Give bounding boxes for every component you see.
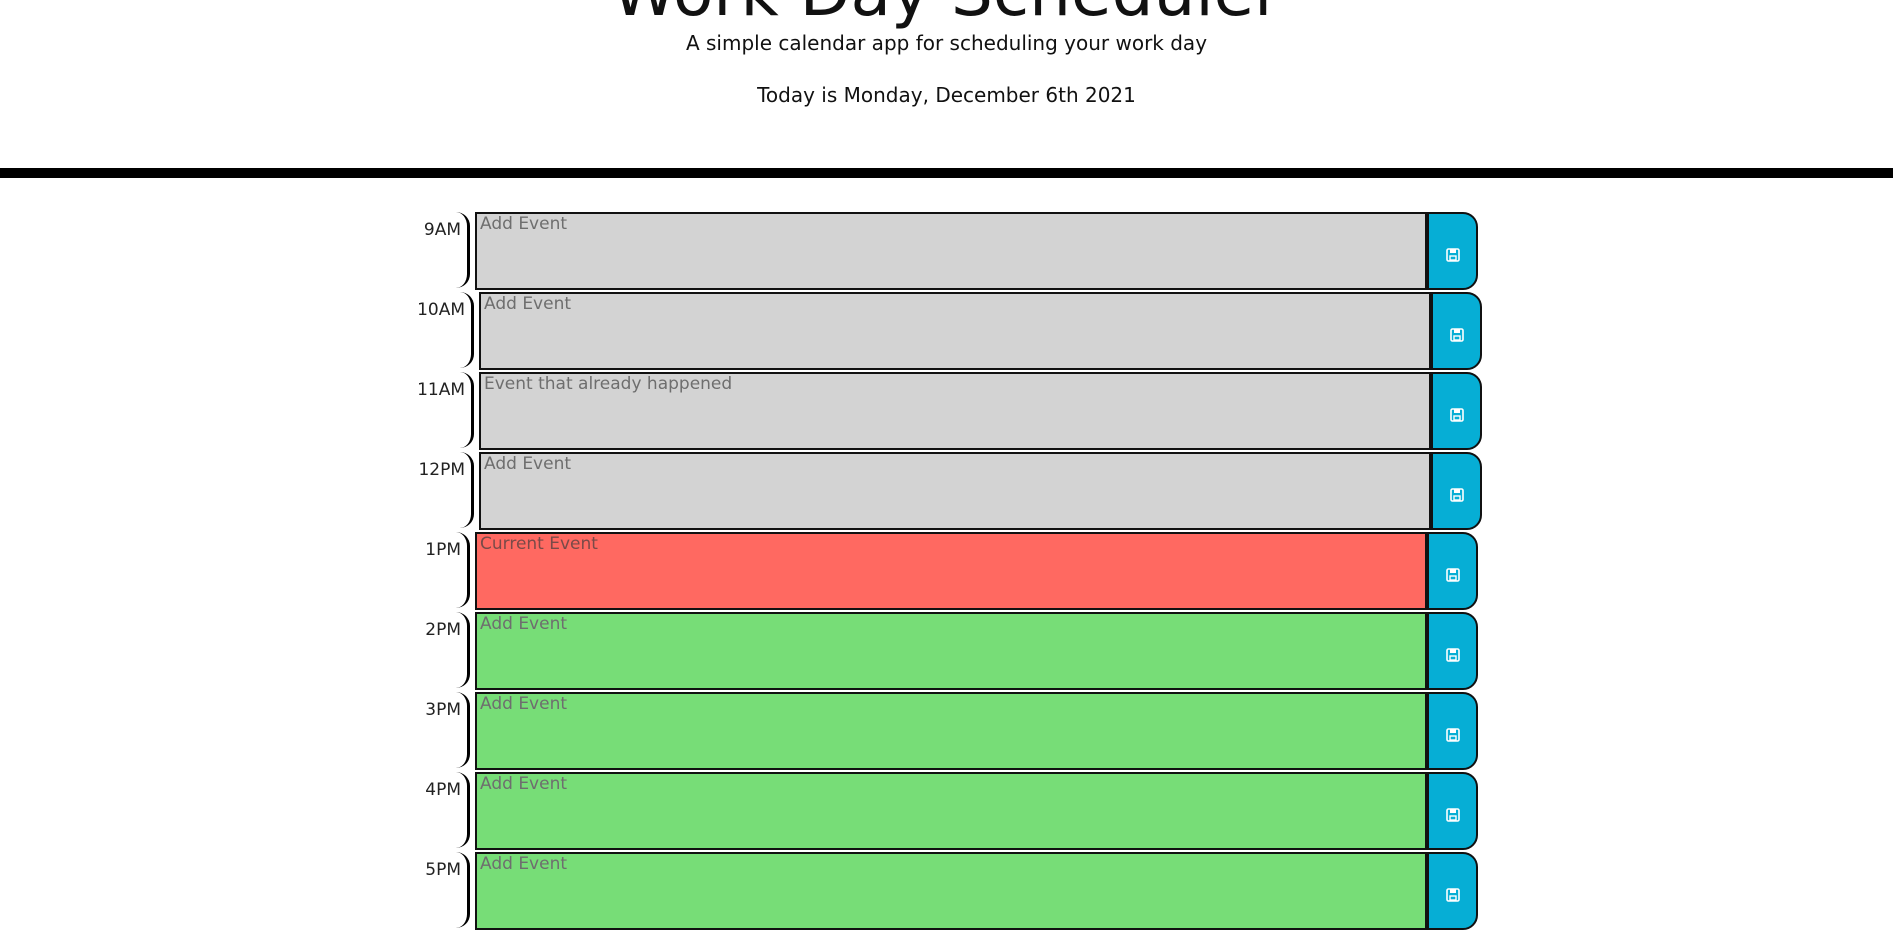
save-icon — [1449, 320, 1464, 342]
hour-label: 12PM — [404, 452, 474, 528]
time-block: 5PM — [0, 852, 1893, 932]
event-input[interactable] — [475, 212, 1427, 290]
save-button[interactable] — [1427, 772, 1478, 850]
hour-label: 9AM — [400, 212, 470, 288]
time-block: 3PM — [0, 692, 1893, 772]
hour-label: 11AM — [404, 372, 474, 448]
time-block: 12PM — [0, 452, 1893, 532]
save-icon — [1445, 800, 1460, 822]
hour-label: 1PM — [400, 532, 470, 608]
event-input[interactable] — [479, 452, 1431, 530]
event-input[interactable] — [479, 292, 1431, 370]
save-icon — [1445, 720, 1460, 742]
time-block: 1PM — [0, 532, 1893, 612]
event-input[interactable] — [475, 612, 1427, 690]
hour-label: 2PM — [400, 612, 470, 688]
save-button[interactable] — [1431, 292, 1482, 370]
save-button[interactable] — [1427, 212, 1478, 290]
save-button[interactable] — [1427, 532, 1478, 610]
save-button[interactable] — [1427, 612, 1478, 690]
hour-label: 10AM — [404, 292, 474, 368]
save-button[interactable] — [1427, 852, 1478, 930]
save-icon — [1449, 480, 1464, 502]
save-icon — [1449, 400, 1464, 422]
time-block: 4PM — [0, 772, 1893, 852]
time-block: 2PM — [0, 612, 1893, 692]
save-button[interactable] — [1427, 692, 1478, 770]
hour-label: 5PM — [400, 852, 470, 928]
event-input[interactable] — [475, 852, 1427, 930]
save-icon — [1445, 880, 1460, 902]
scheduler: 9AM 10AM 11AM 12PM 1PM 2PM 3PM 4PM 5PM — [0, 212, 1893, 932]
current-day: Today is Monday, December 6th 2021 — [757, 83, 1136, 107]
save-button[interactable] — [1431, 452, 1482, 530]
save-icon — [1445, 240, 1460, 262]
save-button[interactable] — [1431, 372, 1482, 450]
hour-label: 4PM — [400, 772, 470, 848]
event-input[interactable] — [475, 772, 1427, 850]
time-block: 10AM — [0, 292, 1893, 372]
event-input[interactable] — [479, 372, 1431, 450]
save-icon — [1445, 560, 1460, 582]
event-input[interactable] — [475, 532, 1427, 610]
time-block: 9AM — [0, 212, 1893, 292]
header: Work Day Scheduler A simple calendar app… — [0, 0, 1893, 178]
event-input[interactable] — [475, 692, 1427, 770]
page-subtitle: A simple calendar app for scheduling you… — [685, 31, 1208, 55]
save-icon — [1445, 640, 1460, 662]
time-block: 11AM — [0, 372, 1893, 452]
hour-label: 3PM — [400, 692, 470, 768]
page-title: Work Day Scheduler — [0, 0, 1893, 26]
